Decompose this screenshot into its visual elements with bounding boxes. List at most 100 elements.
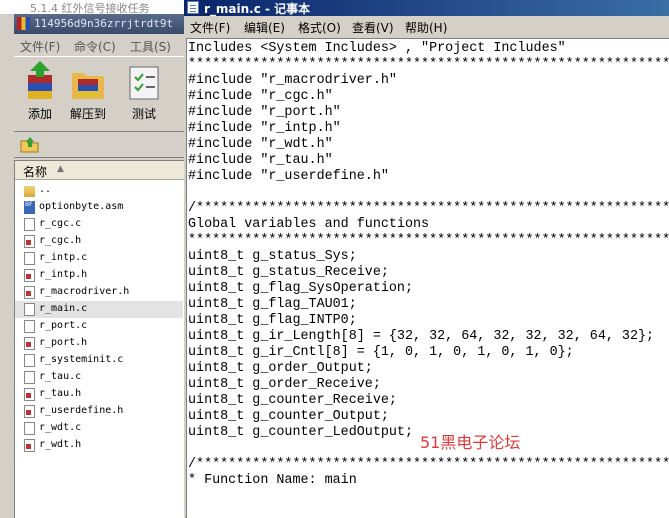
archive-title: 114956d9n36zrrjtrdt9t	[34, 17, 174, 30]
archive-menu-tools[interactable]: 工具(S)	[130, 38, 171, 55]
code-line: uint8_t g_ir_Cntl[8] = {1, 0, 1, 0, 1, 0…	[188, 345, 574, 360]
up-folder-icon	[20, 137, 39, 153]
code-line: * Function Name: main	[188, 473, 357, 488]
code-line: Global variables and functions	[188, 217, 430, 232]
parent-folder-icon	[24, 186, 35, 197]
extract-folder-icon	[70, 61, 106, 101]
file-list-item[interactable]: ..	[15, 182, 183, 199]
menu-help[interactable]: 帮助(H)	[405, 19, 447, 36]
code-line: uint8_t g_order_Receive;	[188, 377, 381, 392]
code-line: uint8_t g_flag_SysOperation;	[188, 281, 413, 296]
archive-file-list[interactable]: 名称 ▲ .. optionbyte.asm r_cgc.c r_cgc.h r_int…	[14, 160, 186, 518]
archive-toolbar: 添加 解压到 测试	[14, 56, 184, 132]
c-file-icon	[24, 422, 35, 435]
background-document-text: 5.1.4 红外信号接收任务	[30, 2, 150, 14]
watermark-text: 51黑电子论坛	[420, 433, 521, 452]
file-list-item[interactable]: r_port.c	[15, 318, 183, 335]
archive-path-bar	[14, 131, 184, 158]
file-name: r_wdt.h	[39, 439, 82, 450]
menu-format[interactable]: 格式(O)	[298, 19, 341, 36]
file-list-item[interactable]: r_cgc.c	[15, 216, 183, 233]
code-line: /***************************************…	[188, 457, 669, 472]
file-list-item[interactable]: r_cgc.h	[15, 233, 183, 250]
column-header-label: 名称	[23, 165, 48, 179]
test-button-label: 测试	[131, 107, 156, 121]
file-list-item[interactable]: optionbyte.asm	[15, 199, 183, 216]
file-list-item[interactable]: r_intp.h	[15, 267, 183, 284]
header-file-icon	[24, 235, 35, 248]
extract-to-button[interactable]: 解压到	[62, 61, 114, 122]
file-name: r_main.c	[39, 303, 88, 314]
file-name: r_userdefine.h	[39, 405, 124, 416]
code-line: #include "r_wdt.h"	[188, 137, 333, 152]
c-file-icon	[24, 354, 35, 367]
test-button[interactable]: 测试	[118, 61, 170, 122]
file-name: optionbyte.asm	[39, 201, 124, 212]
code-line: uint8_t g_flag_INTP0;	[188, 313, 357, 328]
archive-titlebar[interactable]: 114956d9n36zrrjtrdt9t	[14, 14, 184, 34]
file-list-item[interactable]: r_tau.c	[15, 369, 183, 386]
file-name: r_intp.h	[39, 269, 88, 280]
notepad-window: r_main.c - 记事本 文件(F) 编辑(E) 格式(O) 查看(V) 帮…	[184, 0, 669, 518]
header-file-icon	[24, 388, 35, 401]
background-document-strip: 5.1.4 红外信号接收任务	[0, 0, 184, 14]
column-header-name[interactable]: 名称 ▲	[15, 161, 185, 180]
code-line: #include "r_tau.h"	[188, 153, 333, 168]
file-name: r_macrodriver.h	[39, 286, 130, 297]
code-line: #include "r_macrodriver.h"	[188, 73, 397, 88]
menu-edit[interactable]: 编辑(E)	[244, 19, 285, 36]
code-line: #include "r_cgc.h"	[188, 89, 333, 104]
file-list-item[interactable]: r_userdefine.h	[15, 403, 183, 420]
file-list-item[interactable]: r_main.c	[15, 301, 183, 318]
asm-file-icon	[24, 201, 35, 214]
add-button-label: 添加	[27, 107, 52, 121]
file-list-item[interactable]: r_wdt.c	[15, 420, 183, 437]
file-list-item[interactable]: r_macrodriver.h	[15, 284, 183, 301]
archive-window: 5.1.4 红外信号接收任务 114956d9n36zrrjtrdt9t 文件(…	[0, 0, 186, 518]
notepad-titlebar[interactable]: r_main.c - 记事本	[184, 0, 669, 16]
test-checklist-icon	[126, 61, 162, 101]
code-line: uint8_t g_counter_Receive;	[188, 393, 397, 408]
file-list-item[interactable]: r_port.h	[15, 335, 183, 352]
file-name: r_intp.c	[39, 252, 88, 263]
up-folder-button[interactable]	[20, 135, 40, 153]
notepad-title: r_main.c - 记事本	[204, 2, 311, 16]
text-editor-area[interactable]: Includes <System Includes> , "Project In…	[186, 38, 669, 518]
header-file-icon	[24, 337, 35, 350]
code-line: uint8_t g_status_Sys;	[188, 249, 357, 264]
file-name: r_tau.h	[39, 388, 82, 399]
file-name: r_cgc.h	[39, 235, 82, 246]
c-file-icon	[24, 303, 35, 316]
code-line: uint8_t g_counter_Output;	[188, 409, 389, 424]
c-file-icon	[24, 252, 35, 265]
archive-menu-command[interactable]: 命令(C)	[74, 38, 116, 55]
sort-ascending-icon: ▲	[57, 164, 64, 174]
file-name: r_wdt.c	[39, 422, 82, 433]
add-books-icon	[22, 61, 58, 101]
file-name: ..	[39, 184, 52, 195]
code-line: uint8_t g_counter_LedOutput;	[188, 425, 413, 440]
archive-app-icon	[17, 17, 30, 30]
file-list-item[interactable]: r_intp.c	[15, 250, 183, 267]
c-file-icon	[24, 320, 35, 333]
file-name: r_port.c	[39, 320, 88, 331]
header-file-icon	[24, 405, 35, 418]
file-list-item[interactable]: r_tau.h	[15, 386, 183, 403]
file-name: r_cgc.c	[39, 218, 82, 229]
code-line: #include "r_intp.h"	[188, 121, 341, 136]
archive-menu-file[interactable]: 文件(F)	[20, 38, 60, 55]
header-file-icon	[24, 286, 35, 299]
c-file-icon	[24, 218, 35, 231]
file-list-item[interactable]: r_systeminit.c	[15, 352, 183, 369]
code-line: uint8_t g_flag_TAU01;	[188, 297, 357, 312]
menu-file[interactable]: 文件(F)	[190, 19, 230, 36]
code-line: uint8_t g_status_Receive;	[188, 265, 389, 280]
menu-view[interactable]: 查看(V)	[352, 19, 394, 36]
add-button[interactable]: 添加	[14, 61, 66, 122]
code-line: ****************************************…	[188, 233, 669, 248]
file-list-item[interactable]: r_wdt.h	[15, 437, 183, 454]
header-file-icon	[24, 439, 35, 452]
notepad-icon	[187, 1, 199, 14]
code-line: /***************************************…	[188, 201, 669, 216]
archive-menubar: 文件(F) 命令(C) 工具(S)	[14, 35, 184, 55]
